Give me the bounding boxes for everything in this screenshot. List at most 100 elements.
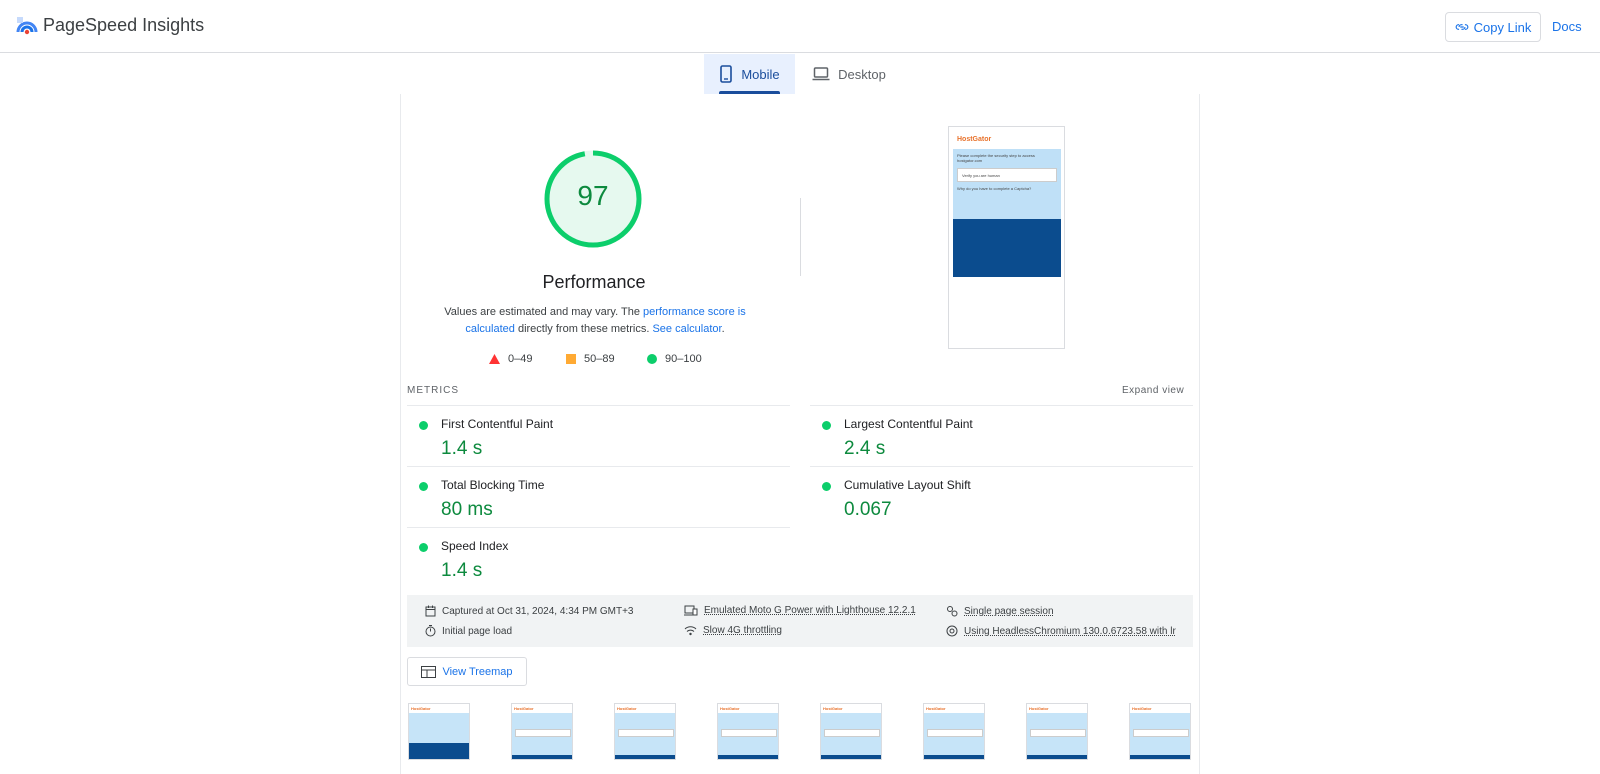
timer-icon [425, 625, 436, 637]
legend-pass: 90–100 [647, 353, 702, 365]
calendar-icon [425, 605, 436, 617]
filmstrip-frame: HostGator [1129, 703, 1191, 760]
frame-site-name: HostGator [924, 704, 984, 713]
info-page-load: Initial page load [425, 625, 512, 637]
final-screenshot[interactable]: HostGator Please complete the security s… [948, 126, 1065, 349]
metric-value: 1.4 s [441, 438, 483, 459]
wifi-icon [684, 626, 697, 636]
green-circle-icon [647, 354, 657, 364]
metric-largest-contentful-paint: Largest Contentful Paint 2.4 s [810, 408, 1182, 468]
frame-footer [512, 755, 572, 759]
frame-captcha-box [515, 729, 571, 737]
filmstrip-frame: HostGator [408, 703, 470, 760]
copy-link-button[interactable]: Copy Link [1445, 12, 1541, 42]
info-captured: Captured at Oct 31, 2024, 4:34 PM GMT+3 [425, 605, 634, 617]
laptop-icon [812, 67, 830, 81]
metric-name: First Contentful Paint [441, 417, 554, 431]
frame-captcha-box [1133, 729, 1189, 737]
frame-site-name: HostGator [409, 704, 469, 713]
view-treemap-label: View Treemap [442, 665, 513, 678]
chrome-icon [946, 625, 958, 637]
pass-indicator-icon [419, 482, 428, 491]
metrics-heading: METRICS [407, 385, 459, 396]
orange-square-icon [566, 354, 576, 364]
red-triangle-icon [489, 354, 500, 364]
info-device-text: Emulated Moto G Power with Lighthouse 12… [704, 605, 916, 616]
metric-name: Speed Index [441, 539, 509, 553]
tab-desktop[interactable]: Desktop [807, 54, 891, 94]
info-browser-text: Using HeadlessChromium 130.0.6723.58 wit… [964, 625, 1176, 637]
metric-value: 0.067 [844, 499, 892, 520]
metric-first-contentful-paint: First Contentful Paint 1.4 s [407, 408, 779, 468]
frame-site-name: HostGator [1027, 704, 1087, 713]
metric-name: Largest Contentful Paint [844, 417, 973, 431]
performance-score-value: 97 [577, 180, 609, 211]
frame-footer [409, 743, 469, 759]
frame-site-name: HostGator [821, 704, 881, 713]
info-throttling[interactable]: Slow 4G throttling [684, 625, 782, 636]
info-throttling-text: Slow 4G throttling [703, 625, 782, 636]
tab-desktop-label: Desktop [838, 66, 886, 82]
section-divider [800, 198, 801, 276]
frame-footer [821, 755, 881, 759]
pass-indicator-icon [822, 421, 831, 430]
metric-name: Cumulative Layout Shift [844, 478, 971, 492]
info-page-load-text: Initial page load [442, 625, 513, 637]
info-session-text: Single page session [964, 605, 1054, 617]
legend-fail-label: 0–49 [508, 353, 533, 365]
info-device[interactable]: Emulated Moto G Power with Lighthouse 12… [684, 605, 916, 616]
frame-site-name: HostGator [718, 704, 778, 713]
frame-captcha-box [824, 729, 880, 737]
expand-view-toggle[interactable]: Expand view [1122, 385, 1184, 396]
frame-body [512, 713, 572, 759]
devices-icon [684, 605, 698, 616]
frame-body [1027, 713, 1087, 759]
pass-indicator-icon [419, 543, 428, 552]
see-calculator-link[interactable]: See calculator [652, 323, 721, 335]
metric-value: 1.4 s [441, 560, 483, 581]
filmstrip-frame: HostGator [511, 703, 573, 760]
frame-site-name: HostGator [512, 704, 572, 713]
legend-average-label: 50–89 [584, 353, 615, 365]
pagespeed-logo-icon [16, 17, 38, 35]
tab-mobile[interactable]: Mobile [704, 54, 795, 94]
info-browser[interactable]: Using HeadlessChromium 130.0.6723.58 wit… [946, 625, 1176, 637]
filmstrip-frame: HostGator [820, 703, 882, 760]
frame-footer [924, 755, 984, 759]
frame-captcha-box [721, 729, 777, 737]
top-bar: PageSpeed Insights Copy Link Docs [0, 0, 1600, 53]
docs-link[interactable]: Docs [1552, 19, 1582, 34]
legend-pass-label: 90–100 [665, 353, 702, 365]
frame-captcha-box [618, 729, 674, 737]
frame-body [924, 713, 984, 759]
desc-text: Values are estimated and may vary. The [444, 306, 643, 318]
screenshot-text: Please complete the security step to acc… [957, 153, 1035, 163]
screenshot-checkbox-text: Verify you are human [962, 173, 1000, 178]
screenshot-text-2: Why do you have to complete a Captcha? [957, 186, 1032, 191]
copy-link-label: Copy Link [1473, 19, 1532, 35]
screenshot-site-name: HostGator [953, 131, 1061, 149]
filmstrip-frame: HostGator [614, 703, 676, 760]
metric-value: 80 ms [441, 499, 493, 520]
view-treemap-button[interactable]: View Treemap [407, 657, 527, 686]
desc-text-suffix: . [721, 323, 725, 335]
metric-total-blocking-time: Total Blocking Time 80 ms [407, 469, 779, 529]
metric-value: 2.4 s [844, 438, 886, 459]
tab-mobile-label: Mobile [741, 66, 780, 82]
frame-site-name: HostGator [1130, 704, 1190, 713]
frame-footer [718, 755, 778, 759]
frame-site-name: HostGator [615, 704, 675, 713]
frame-captcha-box [1030, 729, 1086, 737]
frame-footer [1130, 755, 1190, 759]
filmstrip-frame: HostGator [923, 703, 985, 760]
info-session[interactable]: Single page session [946, 605, 1054, 617]
metric-cumulative-layout-shift: Cumulative Layout Shift 0.067 [810, 469, 1182, 529]
frame-captcha-box [927, 729, 983, 737]
metric-divider [810, 405, 1193, 406]
frame-body [718, 713, 778, 759]
filmstrip-frame: HostGator [717, 703, 779, 760]
info-captured-text: Captured at Oct 31, 2024, 4:34 PM GMT+3 [442, 605, 634, 617]
screenshot-footer [953, 219, 1061, 277]
pass-indicator-icon [822, 482, 831, 491]
runtime-settings-bar [407, 595, 1193, 647]
